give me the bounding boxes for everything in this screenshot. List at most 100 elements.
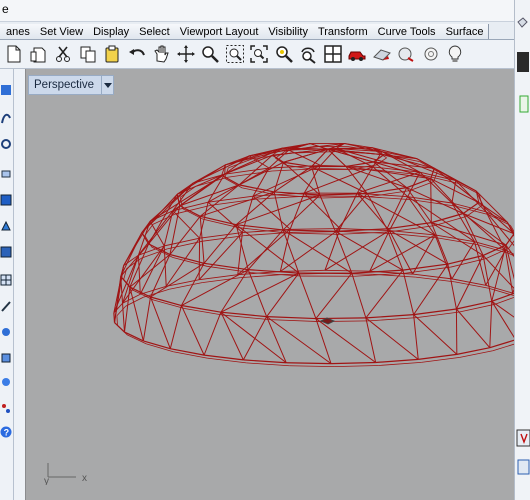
array-icon[interactable] xyxy=(0,351,12,365)
rotate-dock-icon[interactable] xyxy=(517,17,528,28)
dome-strut xyxy=(369,234,436,272)
dome-strut xyxy=(315,272,353,319)
material-icon[interactable] xyxy=(394,42,418,66)
help-icon[interactable]: ? xyxy=(0,425,12,439)
zoom-selected-icon[interactable] xyxy=(272,42,296,66)
info-icon[interactable] xyxy=(517,459,530,475)
dome-strut xyxy=(200,215,237,226)
standard-toolbar xyxy=(0,40,514,69)
dome-strut xyxy=(203,218,240,229)
zoom-icon[interactable] xyxy=(198,42,222,66)
dome-strut xyxy=(237,228,291,276)
rotate-view-icon[interactable] xyxy=(174,42,198,66)
toolbar-tab-bar: anes Set View Display Select Viewport Layout… xyxy=(0,22,514,40)
left-toolbar: ? xyxy=(0,69,14,500)
tab-viewport-layout[interactable]: Viewport Layout xyxy=(173,24,265,39)
viewport-title-tab[interactable]: Perspective xyxy=(28,75,114,95)
dome-strut xyxy=(388,196,409,231)
svg-text:?: ? xyxy=(4,428,10,438)
dome-strut xyxy=(207,357,247,364)
tab-set-view[interactable]: Set View xyxy=(33,24,90,39)
dome-strut xyxy=(240,274,284,279)
dome-strut xyxy=(319,194,336,232)
transform-icon[interactable] xyxy=(0,325,12,339)
dome-strut xyxy=(204,354,244,361)
notes-icon[interactable] xyxy=(516,429,530,447)
shaded-icon[interactable] xyxy=(370,42,394,66)
dome-strut xyxy=(256,195,308,200)
dome-strut xyxy=(266,316,316,320)
tab-visibility[interactable]: Visibility xyxy=(262,24,314,39)
dome-strut xyxy=(365,314,414,319)
dome-strut xyxy=(289,192,305,230)
car-render-icon[interactable] xyxy=(345,42,369,66)
dome-strut xyxy=(375,358,419,364)
circle-icon[interactable] xyxy=(0,137,12,151)
mesh-icon[interactable] xyxy=(0,273,12,287)
solid-icon[interactable] xyxy=(0,245,12,259)
tab-panes[interactable]: anes xyxy=(0,24,36,39)
dock-panel xyxy=(517,52,529,72)
dome-strut xyxy=(451,202,475,242)
dome-strut xyxy=(315,318,376,363)
dome-strut xyxy=(456,347,490,355)
rotate-camera-icon[interactable] xyxy=(296,42,320,66)
analyze-icon[interactable] xyxy=(0,401,12,415)
axis-x-label: x xyxy=(82,473,87,484)
dome-strut xyxy=(331,361,376,365)
dome-strut xyxy=(324,269,370,272)
dome-strut xyxy=(491,301,514,338)
dome-strut xyxy=(169,305,182,349)
viewport-menu-arrow[interactable] xyxy=(101,76,113,94)
cut-icon[interactable] xyxy=(51,42,75,66)
dome-strut xyxy=(303,166,374,194)
dome-strut xyxy=(283,229,336,232)
four-viewports-icon[interactable] xyxy=(321,42,345,66)
tab-surface[interactable]: Surface xyxy=(439,24,490,39)
rectangle-icon[interactable] xyxy=(0,193,12,207)
new-file-icon[interactable] xyxy=(2,42,26,66)
dome-strut xyxy=(224,164,226,175)
dome-strut xyxy=(334,365,379,368)
dome-strut xyxy=(181,305,205,356)
dome-strut xyxy=(478,202,508,223)
dome-strut xyxy=(220,311,244,361)
dome-strut xyxy=(456,308,491,349)
dome-strut xyxy=(143,288,170,298)
dome-strut xyxy=(252,195,291,230)
dome-strut xyxy=(406,178,431,189)
surface-icon[interactable] xyxy=(0,219,12,233)
zoom-window-icon[interactable] xyxy=(223,42,247,66)
tab-display[interactable]: Display xyxy=(87,24,136,39)
light-bulb-icon[interactable] xyxy=(443,42,467,66)
paste-icon[interactable] xyxy=(100,42,124,66)
dome-strut xyxy=(459,303,495,313)
dome-strut xyxy=(413,308,457,316)
dimension-icon[interactable] xyxy=(0,299,12,313)
dome-strut xyxy=(315,318,332,364)
open-file-icon[interactable] xyxy=(27,42,51,66)
dome-strut xyxy=(334,231,353,274)
dome-strut xyxy=(150,296,171,349)
dome-strut xyxy=(142,296,151,341)
dome-strut xyxy=(415,276,455,283)
ghosted-icon[interactable] xyxy=(419,42,443,66)
perspective-viewport[interactable]: Perspective y x xyxy=(25,69,514,500)
curve-icon[interactable] xyxy=(0,111,12,125)
dome-strut xyxy=(303,192,341,229)
zoom-extents-icon[interactable] xyxy=(247,42,271,66)
copy-icon[interactable] xyxy=(76,42,100,66)
arc-icon[interactable] xyxy=(0,165,12,179)
pan-icon[interactable] xyxy=(149,42,173,66)
dome-strut xyxy=(327,272,373,275)
dome-strut xyxy=(413,314,419,360)
tab-curve-tools[interactable]: Curve Tools xyxy=(371,24,442,39)
dome-strut xyxy=(124,331,144,342)
dome-strut xyxy=(199,232,243,239)
point-icon[interactable] xyxy=(0,83,12,97)
tab-transform[interactable]: Transform xyxy=(311,24,374,39)
tab-select[interactable]: Select xyxy=(133,24,176,39)
group-icon[interactable] xyxy=(0,375,12,389)
dome-strut xyxy=(386,228,404,271)
undo-icon[interactable] xyxy=(125,42,149,66)
